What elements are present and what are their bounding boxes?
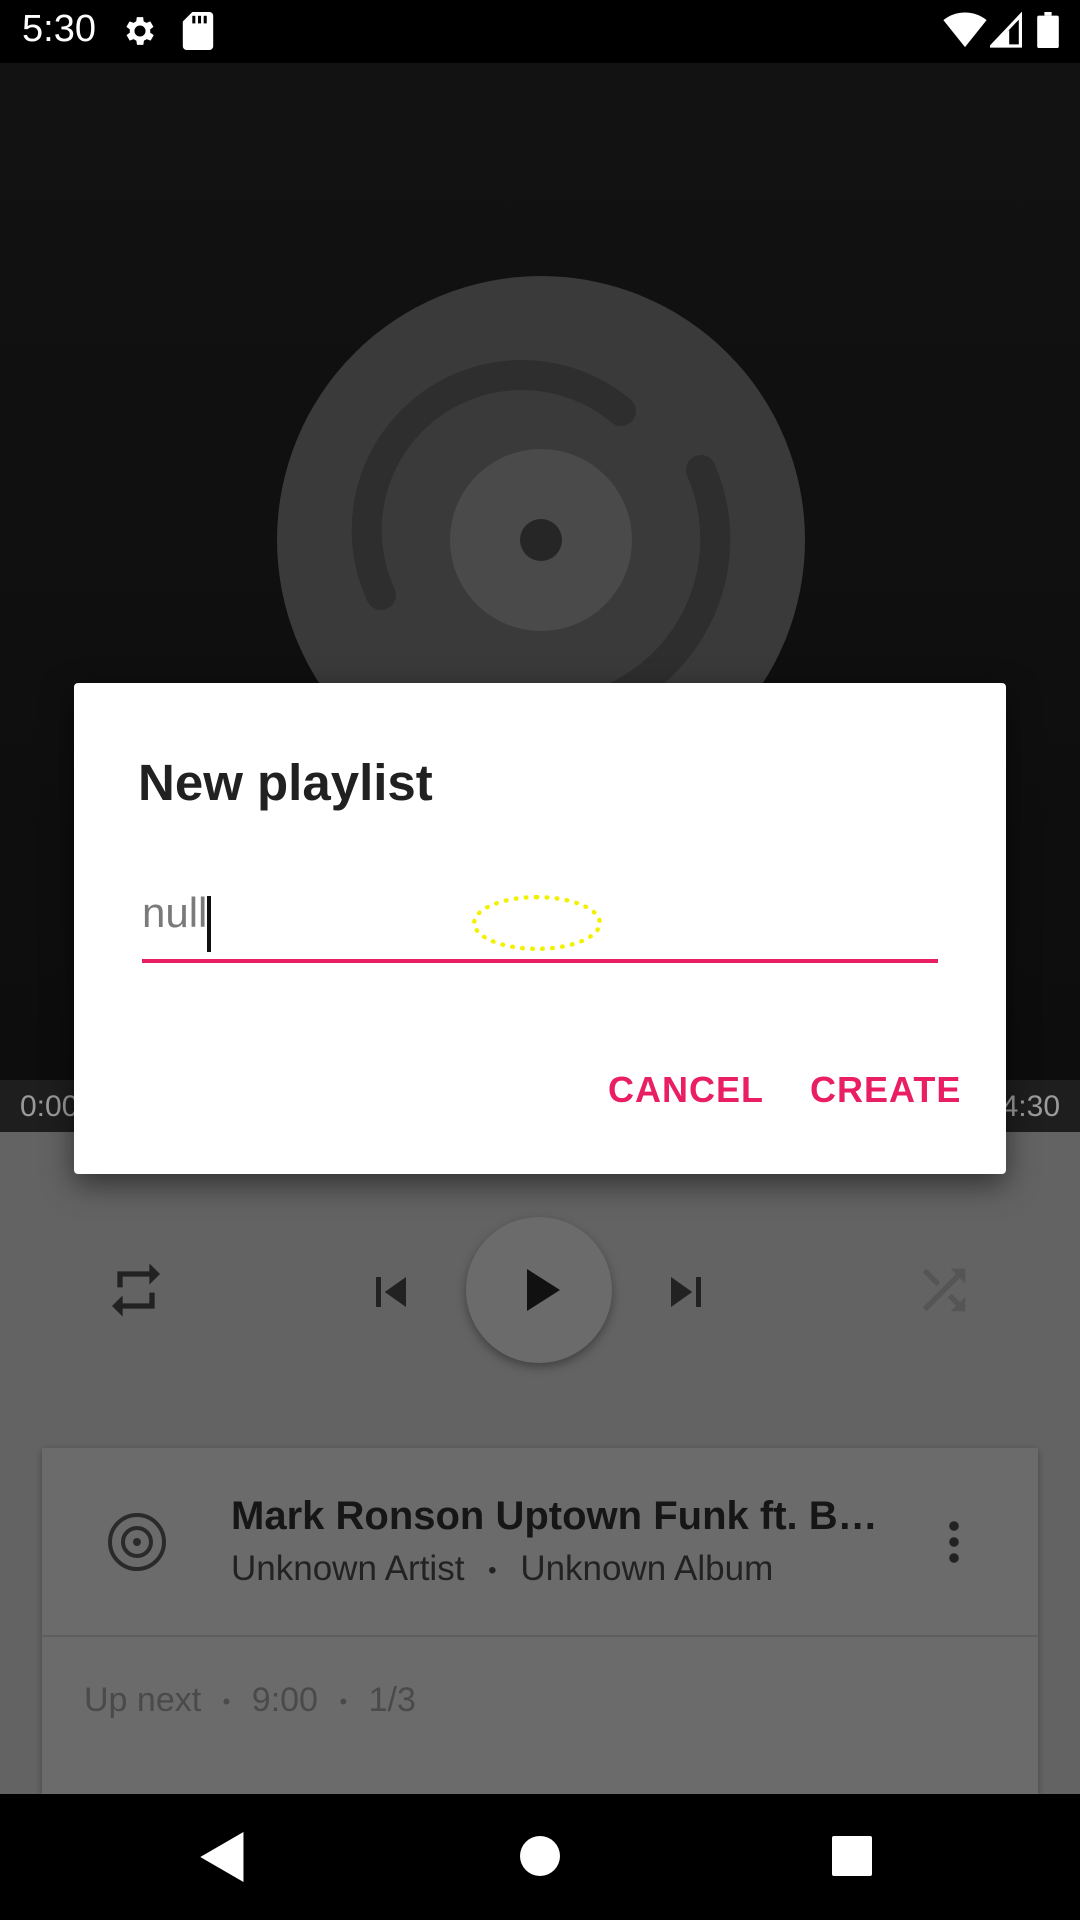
wifi-icon xyxy=(943,12,987,48)
queue-position: 1/3 xyxy=(368,1681,416,1719)
song-album: Unknown Album xyxy=(520,1549,774,1588)
battery-icon xyxy=(1037,12,1059,48)
navigation-bar xyxy=(0,1794,1080,1920)
new-playlist-dialog: New playlist CANCEL CREATE xyxy=(74,683,1006,1174)
status-time: 5:30 xyxy=(22,8,96,50)
album-icon xyxy=(108,1513,166,1571)
separator: • xyxy=(222,1689,231,1715)
dialog-title: New playlist xyxy=(138,754,433,811)
separator: • xyxy=(339,1689,348,1715)
sd-card-icon xyxy=(182,12,214,50)
song-title: Mark Ronson Uptown Funk ft. B… xyxy=(231,1494,878,1538)
back-icon[interactable] xyxy=(200,1832,246,1882)
previous-icon[interactable] xyxy=(361,1262,421,1322)
create-button[interactable]: CREATE xyxy=(810,1069,961,1111)
separator: • xyxy=(488,1556,497,1584)
play-icon xyxy=(527,1269,560,1311)
signal-icon xyxy=(990,12,1022,48)
cancel-button[interactable]: CANCEL xyxy=(608,1069,764,1111)
elapsed-time: 0:00 xyxy=(20,1090,79,1123)
queue-summary[interactable]: Up next • 9:00 • 1/3 xyxy=(84,1681,416,1720)
recents-icon[interactable] xyxy=(830,1834,874,1878)
more-options-icon[interactable] xyxy=(935,1518,973,1566)
settings-icon xyxy=(126,17,154,45)
divider xyxy=(42,1635,1038,1637)
text-cursor xyxy=(207,896,211,952)
home-icon[interactable] xyxy=(518,1834,562,1878)
song-subtitle: Unknown Artist • Unknown Album xyxy=(231,1549,773,1589)
input-underline xyxy=(142,959,938,963)
touch-indicator xyxy=(472,895,602,951)
play-button[interactable] xyxy=(466,1217,612,1363)
repeat-icon[interactable] xyxy=(104,1258,168,1322)
queue-label: Up next xyxy=(84,1681,202,1719)
status-bar: 5:30 xyxy=(0,0,1080,63)
queue-time: 9:00 xyxy=(251,1681,318,1719)
shuffle-icon[interactable] xyxy=(912,1258,976,1322)
song-artist: Unknown Artist xyxy=(231,1549,465,1588)
duration-time: 4:30 xyxy=(1001,1090,1060,1123)
next-icon[interactable] xyxy=(656,1262,716,1322)
